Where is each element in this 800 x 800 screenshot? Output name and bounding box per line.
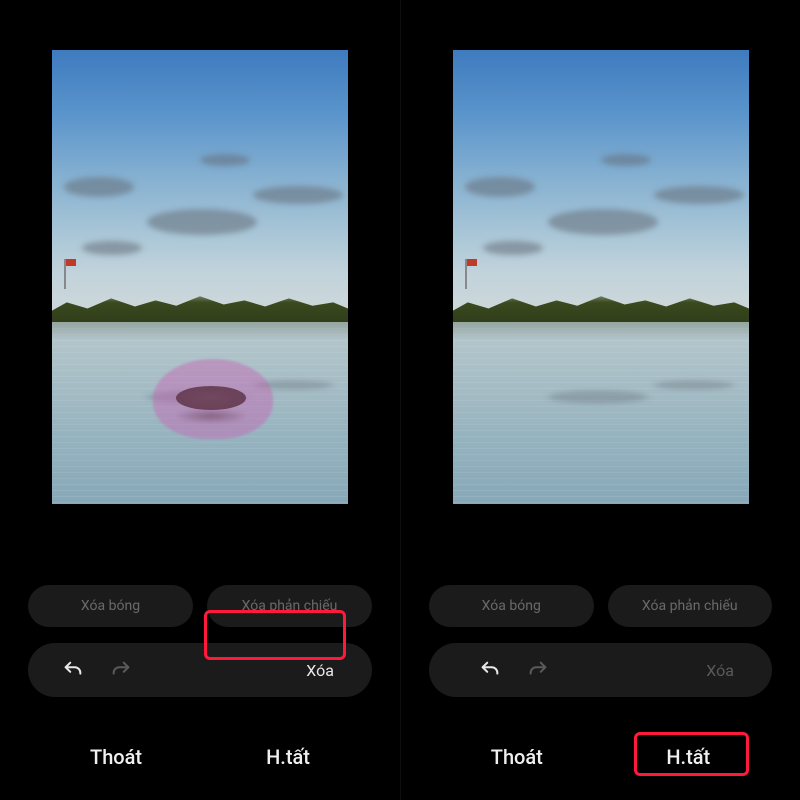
flagpole — [465, 259, 467, 289]
exit-button[interactable]: Thoát — [76, 739, 156, 775]
action-bar: Xóa — [28, 643, 372, 697]
redo-icon[interactable] — [527, 659, 549, 681]
erase-selection-mask[interactable] — [153, 359, 273, 439]
undo-icon[interactable] — [479, 659, 501, 681]
exit-button[interactable]: Thoát — [477, 739, 557, 775]
redo-icon[interactable] — [110, 659, 132, 681]
remove-shadow-button[interactable]: Xóa bóng — [429, 585, 594, 627]
erase-button: Xóa — [676, 650, 764, 690]
undo-icon[interactable] — [62, 659, 84, 681]
action-bar: Xóa — [429, 643, 772, 697]
remove-reflection-button[interactable]: Xóa phản chiếu — [608, 585, 773, 627]
screen-before: Xóa bóng Xóa phản chiếu Xóa Thoát H.tất — [0, 0, 400, 800]
flagpole — [64, 259, 66, 289]
photo-canvas[interactable] — [52, 50, 348, 504]
erase-button[interactable]: Xóa — [276, 650, 364, 690]
remove-shadow-button[interactable]: Xóa bóng — [28, 585, 193, 627]
screen-after: Xóa bóng Xóa phản chiếu Xóa Thoát H.tất — [400, 0, 800, 800]
remove-reflection-button[interactable]: Xóa phản chiếu — [207, 585, 372, 627]
editor-controls: Xóa bóng Xóa phản chiếu Xóa Thoát H.tất — [0, 565, 400, 800]
editor-controls: Xóa bóng Xóa phản chiếu Xóa Thoát H.tất — [401, 565, 800, 800]
done-button[interactable]: H.tất — [252, 739, 324, 775]
done-button[interactable]: H.tất — [652, 739, 724, 775]
water-region — [453, 322, 749, 504]
photo-canvas[interactable] — [453, 50, 749, 504]
